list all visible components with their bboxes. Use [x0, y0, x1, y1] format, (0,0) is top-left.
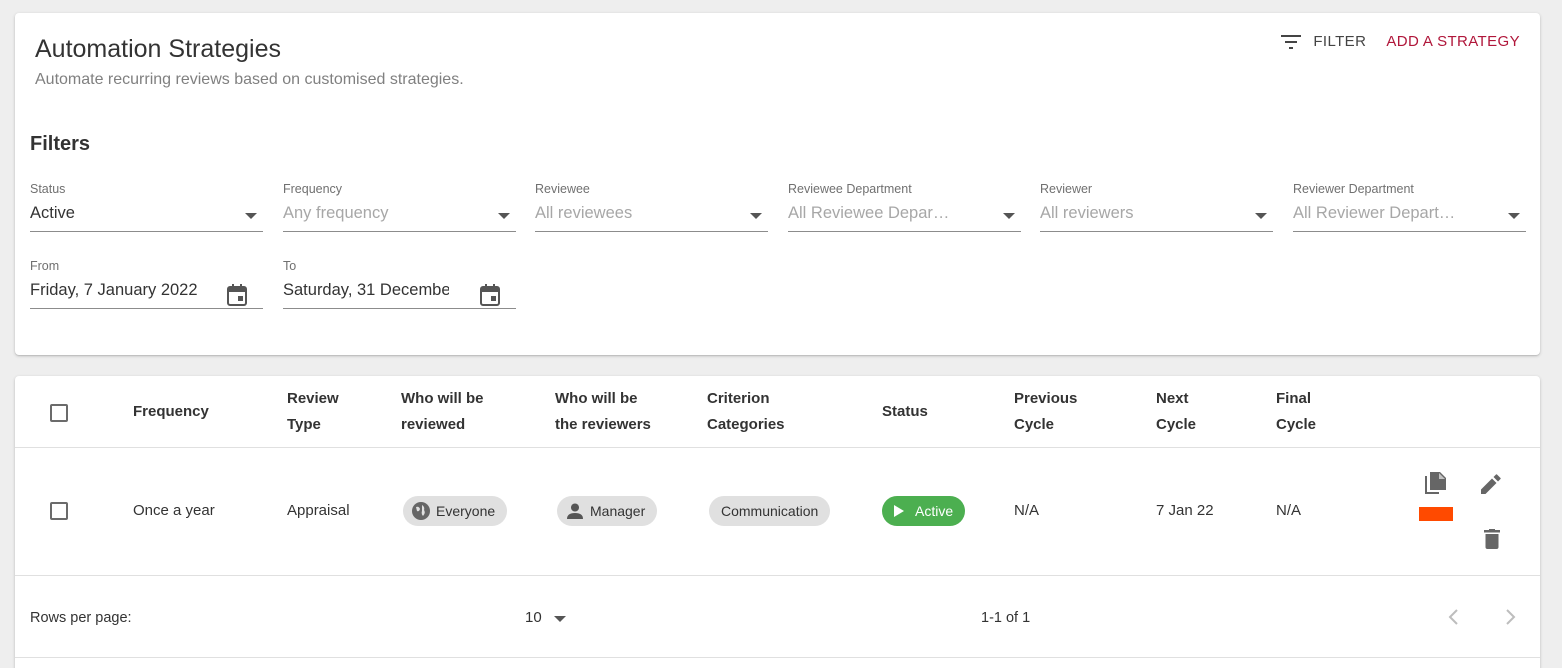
- filter-button[interactable]: FILTER: [1281, 33, 1366, 50]
- column-header-review-type[interactable]: Review Type: [287, 386, 339, 438]
- reviewee-department-select[interactable]: Reviewee Department All Reviewee Depar…: [788, 182, 1021, 232]
- chevron-right-icon[interactable]: [1501, 606, 1519, 628]
- column-header-text: Categories: [707, 416, 785, 433]
- column-header-text: Who will be: [401, 390, 484, 407]
- reviewer-department-select[interactable]: Reviewer Department All Reviewer Depart…: [1293, 182, 1526, 232]
- reviewee-department-placeholder: All Reviewee Depar…: [788, 204, 950, 222]
- status-label: Status: [30, 182, 66, 196]
- strategies-header-card: Automation Strategies Automate recurring…: [15, 13, 1540, 355]
- cell-next-cycle: 7 Jan 22: [1156, 502, 1214, 519]
- column-header-text: Next: [1156, 390, 1189, 407]
- column-header-next-cycle[interactable]: Next Cycle: [1156, 386, 1196, 438]
- column-header-text: Review: [287, 390, 339, 407]
- reviewed-chip: Everyone: [403, 496, 508, 526]
- criterion-chip: Communication: [709, 496, 831, 526]
- cell-frequency: Once a year: [133, 502, 215, 519]
- criterion-chip-label: Communication: [721, 503, 819, 519]
- frequency-placeholder: Any frequency: [283, 204, 389, 222]
- chevron-down-icon: [1508, 213, 1520, 219]
- column-header-text: the reviewers: [555, 416, 651, 433]
- chevron-down-icon: [1003, 213, 1015, 219]
- page-subtitle: Automate recurring reviews based on cust…: [35, 71, 464, 88]
- row-checkbox[interactable]: [50, 502, 68, 520]
- column-header-text: Type: [287, 416, 321, 433]
- chevron-down-icon: [750, 213, 762, 219]
- header-actions: FILTER ADD A STRATEGY: [1281, 33, 1520, 50]
- chevron-down-icon[interactable]: [554, 616, 566, 622]
- column-header-frequency[interactable]: Frequency: [133, 399, 209, 425]
- reviewer-placeholder: All reviewers: [1040, 204, 1134, 222]
- play-icon: [894, 505, 904, 517]
- status-badge: Active: [882, 496, 966, 526]
- duplicate-icon[interactable]: [1425, 472, 1447, 498]
- column-header-text: Criterion: [707, 390, 770, 407]
- cell-review-type: Appraisal: [287, 502, 350, 519]
- person-icon: [567, 503, 583, 519]
- reviewee-placeholder: All reviewees: [535, 204, 633, 222]
- cell-final-cycle: N/A: [1276, 502, 1302, 519]
- column-header-reviewers[interactable]: Who will be the reviewers: [555, 386, 651, 438]
- reviewers-chip: Manager: [557, 496, 658, 526]
- pagination-range: 1-1 of 1: [981, 610, 1031, 626]
- column-header-reviewed[interactable]: Who will be reviewed: [401, 386, 484, 438]
- strategies-table-card: Frequency Review Type Who will be review…: [15, 376, 1540, 668]
- reviewer-department-label: Reviewer Department: [1293, 182, 1414, 196]
- reviewers-chip-label: Manager: [590, 503, 646, 519]
- to-value: Saturday, 31 December: [283, 281, 449, 299]
- rows-per-page-select[interactable]: 10: [525, 609, 542, 626]
- status-value: Active: [30, 204, 75, 222]
- column-header-text: Cycle: [1014, 416, 1055, 433]
- filter-icon: [1281, 34, 1302, 49]
- chevron-down-icon: [1255, 213, 1267, 219]
- from-label: From: [30, 259, 60, 273]
- calendar-icon[interactable]: [227, 284, 247, 306]
- chevron-down-icon: [245, 213, 257, 219]
- table-header: Frequency Review Type Who will be review…: [15, 376, 1540, 448]
- reviewer-department-placeholder: All Reviewer Depart…: [1293, 204, 1456, 222]
- column-header-text: Final: [1276, 390, 1312, 407]
- reviewed-chip-label: Everyone: [436, 503, 496, 519]
- chevron-down-icon: [498, 213, 510, 219]
- column-header-text: Cycle: [1156, 416, 1197, 433]
- column-header-text: Who will be: [555, 390, 638, 407]
- to-date-field[interactable]: To Saturday, 31 December: [283, 259, 516, 309]
- column-header-status[interactable]: Status: [882, 399, 928, 425]
- reviewer-select[interactable]: Reviewer All reviewers: [1040, 182, 1273, 232]
- to-label: To: [283, 259, 297, 273]
- frequency-select[interactable]: Frequency Any frequency: [283, 182, 516, 232]
- table-pagination: Rows per page: 10 1-1 of 1: [15, 576, 1540, 658]
- column-header-final-cycle[interactable]: Final Cycle: [1276, 386, 1316, 438]
- from-date-field[interactable]: From Friday, 7 January 2022: [30, 259, 263, 309]
- column-header-criterion[interactable]: Criterion Categories: [707, 386, 785, 438]
- column-header-text: reviewed: [401, 416, 466, 433]
- rows-per-page-label: Rows per page:: [30, 610, 132, 626]
- column-header-previous-cycle[interactable]: Previous Cycle: [1014, 386, 1077, 438]
- frequency-label: Frequency: [283, 182, 343, 196]
- cell-previous-cycle: N/A: [1014, 502, 1040, 519]
- calendar-icon[interactable]: [480, 284, 500, 306]
- status-badge-label: Active: [915, 503, 954, 519]
- filter-button-label: FILTER: [1313, 33, 1367, 50]
- filters-title: Filters: [30, 133, 91, 155]
- from-value: Friday, 7 January 2022: [30, 281, 198, 299]
- column-header-text: Previous: [1014, 390, 1078, 407]
- page-title: Automation Strategies: [35, 35, 281, 63]
- highlight-marker: [1419, 507, 1453, 521]
- table-row: Once a year Appraisal Everyone Manager C…: [15, 448, 1540, 576]
- reviewer-label: Reviewer: [1040, 182, 1093, 196]
- edit-icon[interactable]: [1481, 474, 1501, 494]
- add-strategy-button[interactable]: ADD A STRATEGY: [1386, 33, 1520, 50]
- select-all-checkbox[interactable]: [50, 404, 68, 422]
- chevron-left-icon[interactable]: [1445, 606, 1463, 628]
- reviewee-select[interactable]: Reviewee All reviewees: [535, 182, 768, 232]
- column-header-text: Cycle: [1276, 416, 1317, 433]
- globe-icon: [412, 502, 430, 520]
- reviewee-label: Reviewee: [535, 182, 590, 196]
- reviewee-department-label: Reviewee Department: [788, 182, 912, 196]
- delete-icon[interactable]: [1484, 529, 1500, 549]
- status-select[interactable]: Status Active: [30, 182, 263, 232]
